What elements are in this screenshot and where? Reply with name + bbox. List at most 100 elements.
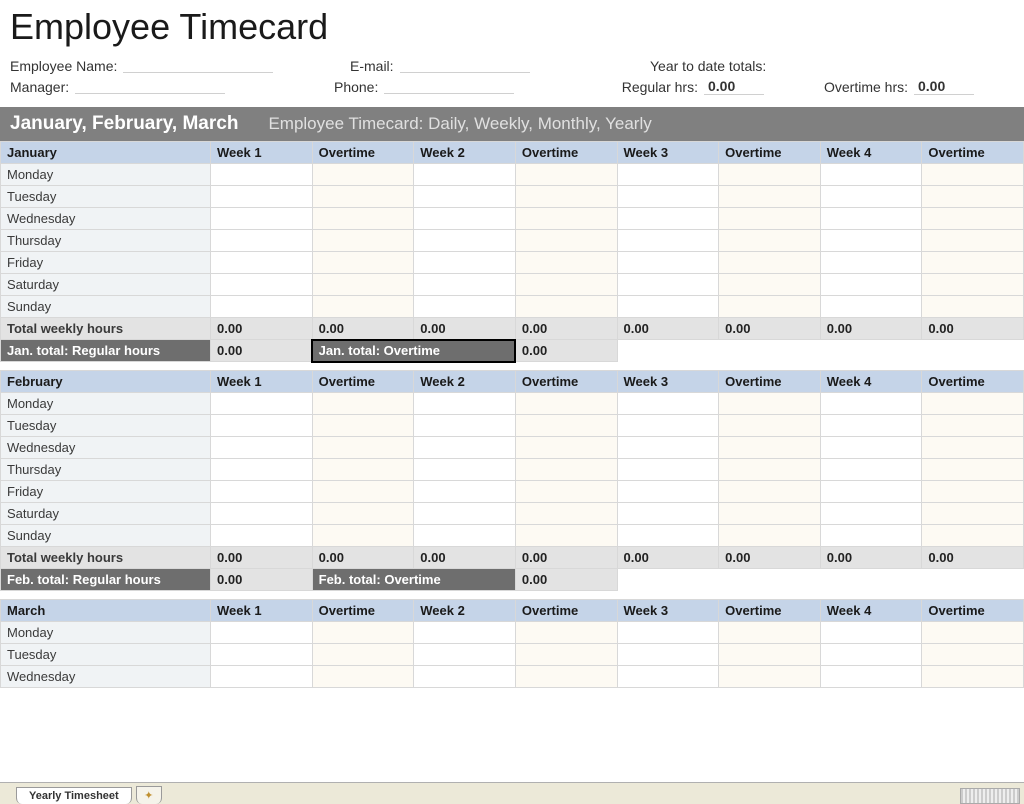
cell[interactable]: [211, 230, 313, 252]
cell[interactable]: [414, 208, 516, 230]
cell[interactable]: [617, 666, 719, 688]
cell[interactable]: [617, 644, 719, 666]
email-input[interactable]: [400, 59, 530, 73]
overtime-hrs-value[interactable]: 0.00: [914, 78, 974, 95]
cell[interactable]: [211, 525, 313, 547]
cell[interactable]: [211, 164, 313, 186]
cell[interactable]: [414, 481, 516, 503]
cell[interactable]: [515, 525, 617, 547]
cell[interactable]: [922, 415, 1024, 437]
cell[interactable]: [719, 252, 821, 274]
cell[interactable]: [617, 186, 719, 208]
cell[interactable]: [922, 393, 1024, 415]
cell[interactable]: [312, 503, 414, 525]
cell[interactable]: [312, 622, 414, 644]
cell[interactable]: [719, 459, 821, 481]
cell[interactable]: [719, 666, 821, 688]
employee-name-input[interactable]: [123, 59, 273, 73]
cell[interactable]: [820, 393, 922, 415]
cell[interactable]: [515, 186, 617, 208]
cell[interactable]: [820, 296, 922, 318]
cell[interactable]: [719, 525, 821, 547]
cell[interactable]: [719, 481, 821, 503]
cell[interactable]: [922, 437, 1024, 459]
cell[interactable]: [719, 274, 821, 296]
sheet-tab-yearly[interactable]: Yearly Timesheet: [16, 787, 132, 804]
regular-hrs-value[interactable]: 0.00: [704, 78, 764, 95]
cell[interactable]: [211, 503, 313, 525]
cell[interactable]: [211, 666, 313, 688]
cell[interactable]: [414, 525, 516, 547]
cell[interactable]: [820, 415, 922, 437]
cell[interactable]: [719, 437, 821, 459]
cell[interactable]: [922, 252, 1024, 274]
cell[interactable]: [414, 164, 516, 186]
cell[interactable]: [515, 164, 617, 186]
cell[interactable]: [820, 459, 922, 481]
cell[interactable]: [820, 208, 922, 230]
cell[interactable]: [515, 666, 617, 688]
cell[interactable]: [820, 503, 922, 525]
cell[interactable]: [414, 186, 516, 208]
cell[interactable]: [617, 525, 719, 547]
cell[interactable]: [211, 644, 313, 666]
cell[interactable]: [211, 459, 313, 481]
cell[interactable]: [414, 415, 516, 437]
cell[interactable]: [820, 186, 922, 208]
cell[interactable]: [719, 208, 821, 230]
cell[interactable]: [922, 208, 1024, 230]
cell[interactable]: [922, 481, 1024, 503]
cell[interactable]: [312, 666, 414, 688]
cell[interactable]: [719, 622, 821, 644]
cell[interactable]: [820, 666, 922, 688]
cell[interactable]: [211, 186, 313, 208]
cell[interactable]: [922, 296, 1024, 318]
cell[interactable]: [820, 437, 922, 459]
cell[interactable]: [414, 622, 516, 644]
cell[interactable]: [414, 274, 516, 296]
cell[interactable]: [211, 296, 313, 318]
cell[interactable]: [312, 415, 414, 437]
cell[interactable]: [719, 644, 821, 666]
cell[interactable]: [515, 230, 617, 252]
cell[interactable]: [211, 415, 313, 437]
cell[interactable]: [820, 230, 922, 252]
cell[interactable]: [312, 252, 414, 274]
cell[interactable]: [312, 481, 414, 503]
manager-input[interactable]: [75, 80, 225, 94]
cell[interactable]: [515, 644, 617, 666]
cell[interactable]: [312, 437, 414, 459]
cell[interactable]: [820, 622, 922, 644]
cell[interactable]: [820, 274, 922, 296]
new-sheet-icon[interactable]: ✦: [136, 786, 162, 804]
cell[interactable]: [312, 274, 414, 296]
cell[interactable]: [414, 393, 516, 415]
cell[interactable]: [617, 230, 719, 252]
cell[interactable]: [414, 666, 516, 688]
cell[interactable]: [719, 393, 821, 415]
cell[interactable]: [719, 164, 821, 186]
cell[interactable]: [515, 415, 617, 437]
cell[interactable]: [922, 230, 1024, 252]
cell[interactable]: [617, 481, 719, 503]
cell[interactable]: [820, 164, 922, 186]
cell[interactable]: [617, 622, 719, 644]
cell[interactable]: [211, 208, 313, 230]
cell[interactable]: [515, 252, 617, 274]
cell[interactable]: [312, 525, 414, 547]
cell[interactable]: [719, 186, 821, 208]
cell[interactable]: [719, 296, 821, 318]
cell[interactable]: [922, 644, 1024, 666]
cell[interactable]: [820, 252, 922, 274]
cell[interactable]: [312, 186, 414, 208]
cell[interactable]: [515, 274, 617, 296]
cell[interactable]: [211, 622, 313, 644]
cell[interactable]: [515, 481, 617, 503]
cell[interactable]: [414, 296, 516, 318]
cell[interactable]: [617, 208, 719, 230]
cell[interactable]: [211, 393, 313, 415]
cell[interactable]: [515, 296, 617, 318]
cell[interactable]: [312, 459, 414, 481]
cell[interactable]: [515, 393, 617, 415]
horizontal-scrollbar[interactable]: [960, 788, 1020, 804]
